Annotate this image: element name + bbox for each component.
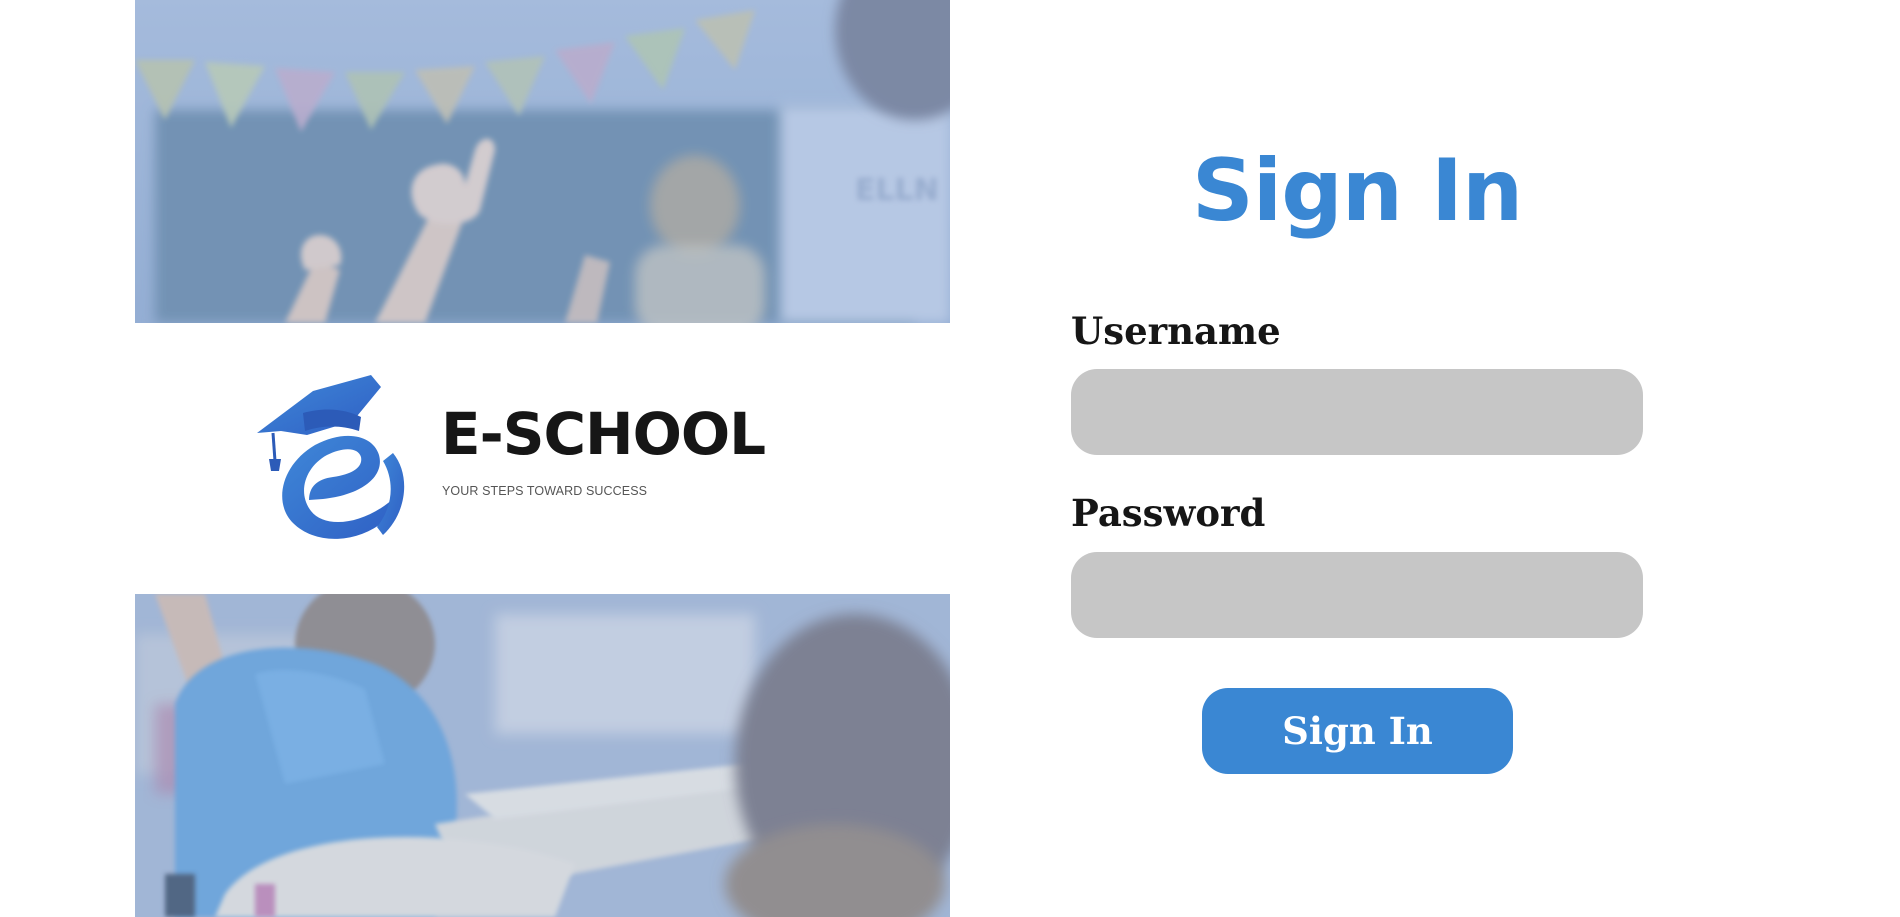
hero-photo-top: ELLN xyxy=(135,0,950,323)
sign-in-button[interactable]: Sign In xyxy=(1202,688,1513,774)
brand-tagline: YOUR STEPS TOWARD SUCCESS xyxy=(442,484,648,498)
password-input[interactable] xyxy=(1071,552,1643,638)
graduation-cap-e-icon xyxy=(257,375,405,539)
brand-name: E-SCHOOL xyxy=(441,400,766,468)
username-input[interactable] xyxy=(1071,369,1643,455)
page-title: Sign In xyxy=(1191,141,1523,241)
sign-in-page: ELLN E-SCHOOL YOUR STEPS TOWARD SUCCESS … xyxy=(0,0,1900,917)
brand-band: E-SCHOOL YOUR STEPS TOWARD SUCCESS xyxy=(135,323,950,594)
hero-panel: ELLN E-SCHOOL YOUR STEPS TOWARD SUCCESS xyxy=(135,0,950,917)
hero-photo-bottom xyxy=(135,594,950,917)
password-label: Password xyxy=(1071,491,1266,535)
username-label: Username xyxy=(1071,309,1281,353)
